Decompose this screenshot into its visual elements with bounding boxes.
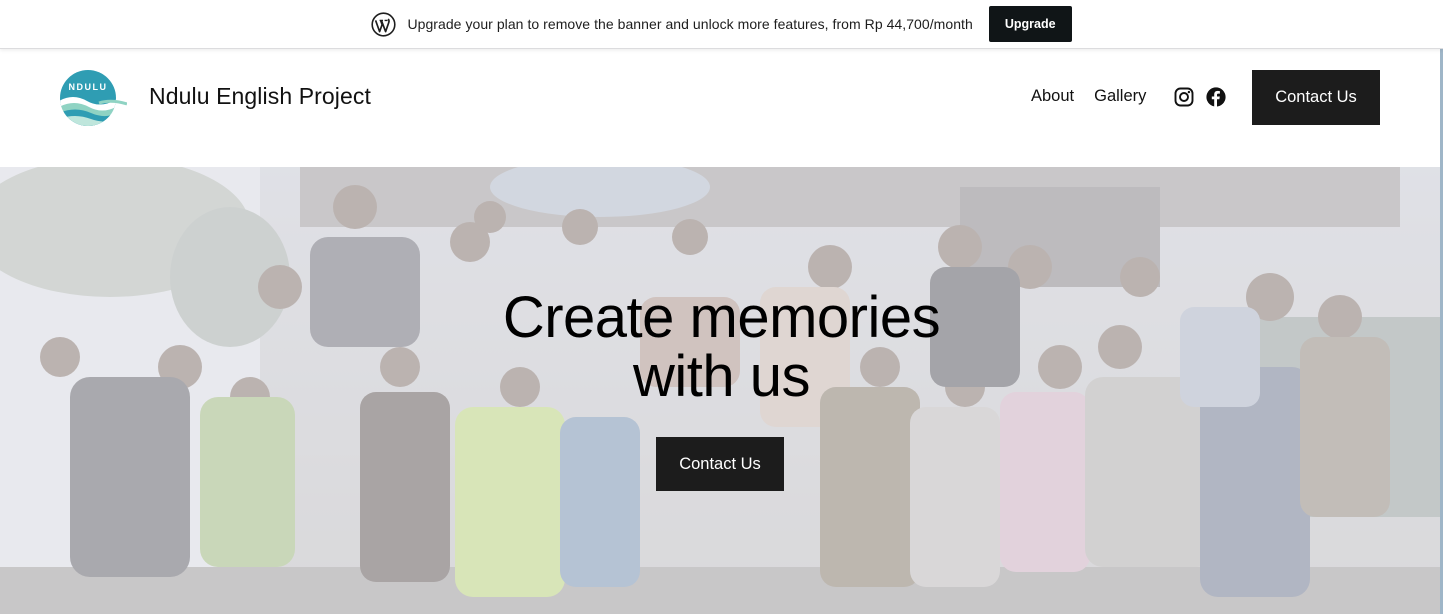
site-header: NDULU Ndulu English Project About Galler… bbox=[0, 49, 1443, 167]
site-title[interactable]: Ndulu English Project bbox=[149, 83, 371, 110]
main-nav: About Gallery bbox=[1031, 87, 1146, 106]
upgrade-button[interactable]: Upgrade bbox=[988, 6, 1072, 42]
hero-contact-us-button[interactable]: Contact Us bbox=[656, 437, 784, 491]
nav-item-gallery[interactable]: Gallery bbox=[1094, 87, 1146, 106]
upgrade-banner: Upgrade your plan to remove the banner a… bbox=[0, 0, 1443, 49]
nav-item-about[interactable]: About bbox=[1031, 87, 1074, 106]
facebook-icon[interactable] bbox=[1206, 87, 1226, 107]
instagram-icon[interactable] bbox=[1174, 87, 1194, 107]
header-contact-us-button[interactable]: Contact Us bbox=[1252, 70, 1380, 125]
upgrade-banner-content: Upgrade your plan to remove the banner a… bbox=[371, 6, 1072, 42]
hero-title-line-2: with us bbox=[632, 344, 811, 409]
wordpress-icon bbox=[371, 11, 397, 37]
hero-title: Create memories with us bbox=[0, 288, 1443, 406]
upgrade-banner-text: Upgrade your plan to remove the banner a… bbox=[407, 16, 973, 32]
site-logo[interactable]: NDULU bbox=[59, 69, 127, 127]
logo-text: NDULU bbox=[69, 82, 108, 92]
hero-section: Create memories with us Contact Us bbox=[0, 167, 1443, 614]
hero-title-line-1: Create memories bbox=[502, 285, 941, 350]
